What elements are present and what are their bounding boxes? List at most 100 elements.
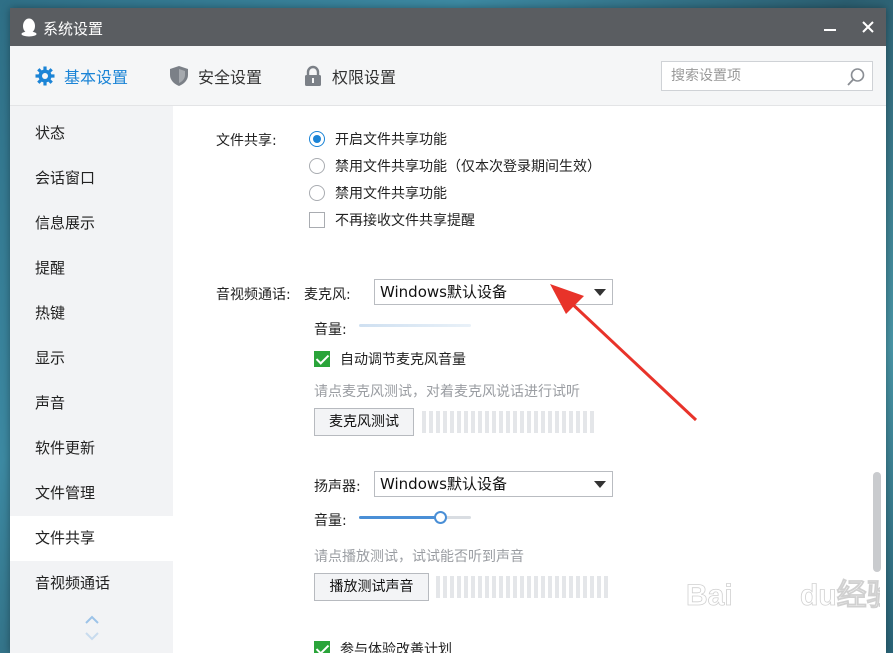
meter-bar — [534, 576, 538, 598]
radio-unselected[interactable] — [309, 158, 325, 174]
meter-bar — [506, 411, 510, 433]
search-box — [661, 61, 873, 91]
speaker-device-select[interactable]: Windows默认设备 — [374, 471, 613, 497]
search-icon[interactable] — [846, 67, 866, 87]
meter-bar — [534, 411, 538, 433]
checkbox-label: 参与体验改善计划 — [340, 642, 452, 653]
sidebar-item-file-management[interactable]: 文件管理 — [10, 471, 173, 516]
meter-bar — [506, 576, 510, 598]
watermark-url: jingyan.baidu.com — [687, 614, 801, 630]
minimize-button[interactable] — [819, 16, 841, 38]
mic-volume-label: 音量: — [314, 322, 347, 338]
meter-bar — [499, 576, 503, 598]
file-sharing-enable-option[interactable]: 开启文件共享功能 — [309, 129, 447, 149]
title-bar: 系统设置 — [10, 8, 886, 46]
meter-bar — [597, 576, 601, 598]
option-label: 开启文件共享功能 — [335, 132, 447, 148]
meter-bar — [513, 411, 517, 433]
meter-bar — [583, 576, 587, 598]
sidebar-item-status[interactable]: 状态 — [10, 111, 173, 156]
meter-bar — [485, 576, 489, 598]
sidebar-item-file-sharing[interactable]: 文件共享 — [10, 516, 173, 561]
no-reminder-checkbox[interactable]: 不再接收文件共享提醒 — [309, 210, 475, 230]
meter-bar — [478, 411, 482, 433]
close-icon — [862, 21, 874, 33]
gear-icon — [35, 66, 55, 86]
sidebar-item-info-display[interactable]: 信息展示 — [10, 201, 173, 246]
sidebar-item-reminder[interactable]: 提醒 — [10, 246, 173, 291]
meter-bar — [464, 576, 468, 598]
meter-bar — [464, 411, 468, 433]
speaker-test-button[interactable]: 播放测试声音 — [314, 573, 429, 601]
speaker-volume-slider[interactable] — [359, 510, 471, 524]
sidebar-item-hotkeys[interactable]: 热键 — [10, 291, 173, 336]
meter-bar — [576, 576, 580, 598]
meter-bar — [436, 576, 440, 598]
meter-bar — [562, 576, 566, 598]
meter-bar — [527, 576, 531, 598]
checkbox-unchecked[interactable] — [309, 212, 325, 228]
tab-security-settings[interactable]: 安全设置 — [168, 46, 262, 106]
sidebar-item-chat-window[interactable]: 会话窗口 — [10, 156, 173, 201]
meter-bar — [492, 411, 496, 433]
checkbox-checked[interactable] — [314, 641, 330, 653]
speaker-test-hint: 请点播放测试，试试能否听到声音 — [314, 549, 524, 565]
radio-selected[interactable] — [309, 131, 325, 147]
speaker-label: 扬声器: — [314, 479, 361, 495]
meter-bar — [478, 576, 482, 598]
av-call-label: 音视频通话: — [216, 287, 291, 303]
meter-bar — [443, 576, 447, 598]
meter-bar — [492, 576, 496, 598]
meter-bar — [450, 576, 454, 598]
sidebar-item-display[interactable]: 显示 — [10, 336, 173, 381]
annotation-arrow — [550, 284, 698, 422]
speaker-volume-label: 音量: — [314, 513, 347, 529]
meter-bar — [471, 576, 475, 598]
mic-volume-slider[interactable] — [359, 318, 471, 332]
svg-text:du经验: du经验 — [800, 578, 880, 612]
meter-bar — [548, 576, 552, 598]
sidebar-item-sound[interactable]: 声音 — [10, 381, 173, 426]
option-label: 禁用文件共享功能（仅本次登录期间生效） — [335, 159, 601, 175]
option-label: 禁用文件共享功能 — [335, 186, 447, 202]
auto-adjust-mic-checkbox[interactable]: 自动调节麦克风音量 — [314, 349, 466, 369]
meter-bar — [443, 411, 447, 433]
file-sharing-disable-option[interactable]: 禁用文件共享功能 — [309, 183, 447, 203]
meter-bar — [541, 576, 545, 598]
meter-bar — [471, 411, 475, 433]
speaker-level-meter — [436, 576, 608, 598]
close-button[interactable] — [857, 16, 879, 38]
meter-bar — [499, 411, 503, 433]
meter-bar — [569, 576, 573, 598]
meter-bar — [429, 411, 433, 433]
meter-bar — [590, 576, 594, 598]
meter-bar — [457, 576, 461, 598]
meter-bar — [520, 411, 524, 433]
checkbox-label: 自动调节麦克风音量 — [340, 352, 466, 368]
sidebar-item-software-update[interactable]: 软件更新 — [10, 426, 173, 471]
meter-bar — [457, 411, 461, 433]
radio-unselected[interactable] — [309, 185, 325, 201]
tab-label: 基本设置 — [64, 68, 129, 87]
tab-basic-settings[interactable]: 基本设置 — [34, 46, 128, 106]
file-sharing-label: 文件共享: — [216, 133, 277, 149]
tab-label: 权限设置 — [332, 68, 397, 87]
mic-test-button[interactable]: 麦克风测试 — [314, 408, 414, 436]
dropdown-caret-icon — [594, 481, 606, 488]
qq-penguin-icon — [21, 18, 37, 37]
meter-bar — [555, 576, 559, 598]
checkbox-label: 不再接收文件共享提醒 — [335, 213, 475, 229]
search-input[interactable] — [662, 62, 842, 90]
file-sharing-disable-session-option[interactable]: 禁用文件共享功能（仅本次登录期间生效） — [309, 156, 601, 176]
baidu-jingyan-watermark: Bai du经验 jingyan.baidu.com — [686, 567, 880, 630]
minimize-icon — [824, 29, 836, 31]
meter-bar — [520, 576, 524, 598]
meter-bar — [422, 411, 426, 433]
improvement-program-checkbox[interactable]: 参与体验改善计划 — [314, 639, 452, 653]
sidebar-item-av-call[interactable]: 音视频通话 — [10, 561, 173, 606]
meter-bar — [436, 411, 440, 433]
tab-permission-settings[interactable]: 权限设置 — [302, 46, 396, 106]
chevron-up-down-icon[interactable] — [82, 609, 102, 645]
mic-label: 麦克风: — [304, 287, 351, 303]
checkbox-checked[interactable] — [314, 351, 330, 367]
